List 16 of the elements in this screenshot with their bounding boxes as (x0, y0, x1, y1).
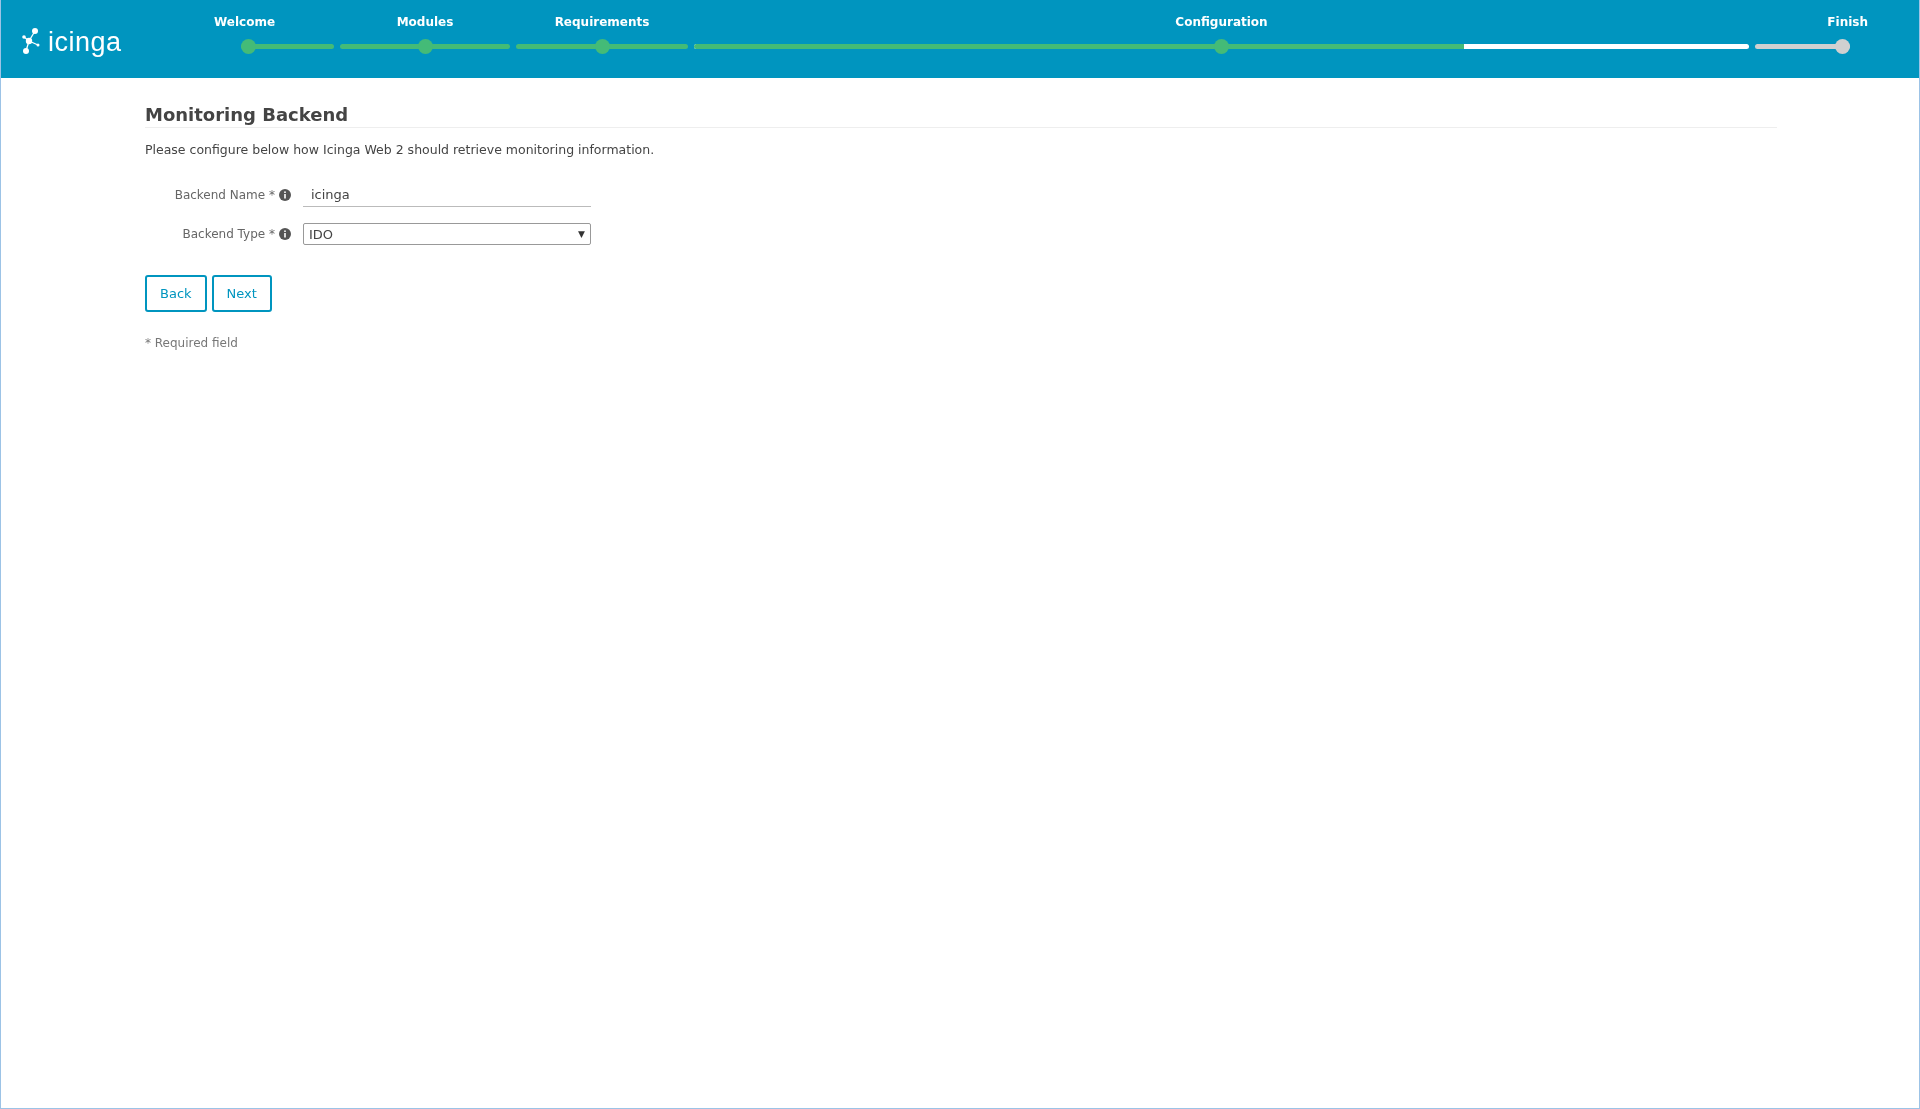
step-label: Configuration (1174, 15, 1269, 31)
backend-type-dropdown[interactable]: IDO ▼ (303, 223, 591, 245)
required-field-note: * Required field (145, 336, 239, 350)
field-label: Backend Name * (174, 188, 275, 202)
description-text: Please configure below how Icinga Web 2 should retrieve monitoring information. (145, 142, 656, 157)
page-title: Monitoring Backend (145, 104, 1777, 128)
field-label: Backend Type * (182, 227, 275, 241)
info-icon[interactable] (279, 228, 291, 240)
step-label: Requirements (553, 15, 651, 31)
wizard-button[interactable]: Next (211, 275, 272, 312)
step-label: Welcome (214, 15, 277, 31)
wizard-button[interactable]: Back (145, 275, 207, 312)
info-icon[interactable] (279, 189, 291, 201)
logo-text: icinga (48, 26, 122, 58)
step-label: Finish (1826, 15, 1868, 31)
step-label: Modules (395, 15, 455, 31)
